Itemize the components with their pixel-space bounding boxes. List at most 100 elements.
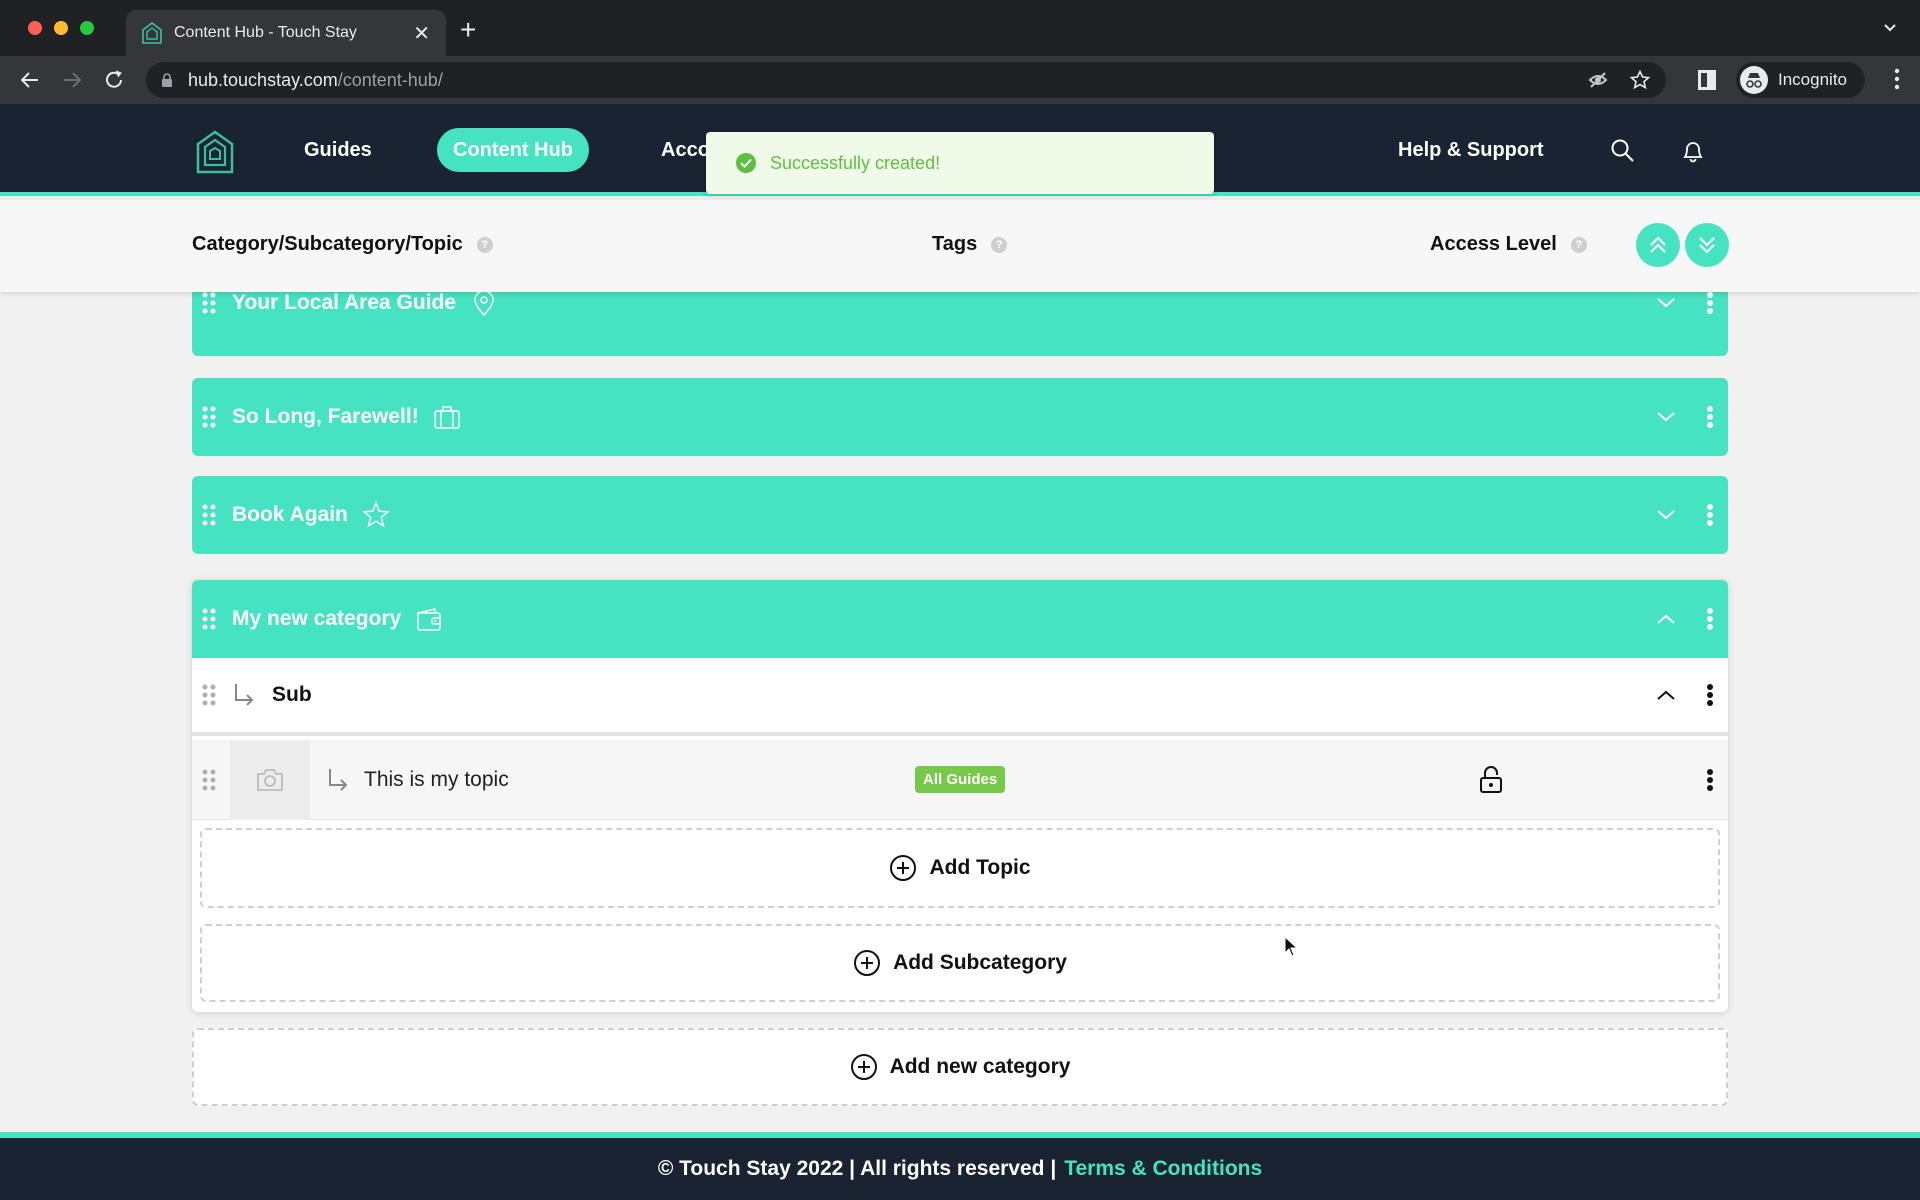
url-host: hub.touchstay.com [188,69,338,90]
category-row[interactable]: My new category [192,580,1728,658]
more-options-icon[interactable] [1706,768,1714,792]
more-options-icon[interactable] [1706,683,1714,707]
subcategory-title: Sub [272,683,312,706]
nav-guides[interactable]: Guides [304,128,372,172]
tab-search-chevron-icon[interactable] [1882,20,1898,36]
category-title: So Long, Farewell! [232,405,419,428]
bell-icon[interactable] [1680,138,1706,164]
lock-icon [162,73,172,87]
column-tags-header: Tags ? [932,233,1008,256]
plus-circle-icon [854,950,881,976]
camera-icon [257,768,283,791]
footer-copyright: © Touch Stay 2022 | All rights reserved … [657,1157,1057,1180]
drag-handle-icon[interactable] [202,406,216,428]
chevron-up-icon[interactable] [1654,683,1678,707]
url-path: /content-hub/ [337,69,443,90]
profile-label: Incognito [1778,70,1847,89]
expand-all-button[interactable] [1685,223,1729,267]
more-options-icon[interactable] [1706,607,1714,631]
window-close-button[interactable] [28,21,42,35]
category-title: Your Local Area Guide [232,291,457,314]
drag-handle-icon[interactable] [202,684,216,706]
browser-toolbar: hub.touchstay.com/content-hub/ Incognito [0,56,1920,104]
window-minimize-button[interactable] [54,21,68,35]
search-icon[interactable] [1610,138,1636,164]
nav-help-support[interactable]: Help & Support [1398,128,1544,172]
help-icon[interactable]: ? [1570,236,1587,253]
add-subcategory-button[interactable]: Add Subcategory [200,924,1720,1002]
check-circle-icon [736,153,756,173]
topic-row[interactable]: This is my topic All Guides [192,739,1728,820]
drag-handle-icon[interactable] [202,292,216,314]
help-icon[interactable]: ? [476,236,493,253]
map-pin-icon [474,290,494,317]
category-row[interactable]: So Long, Farewell! [192,378,1728,456]
chrome-menu-icon[interactable] [1894,68,1900,90]
column-category-header: Category/Subcategory/Topic ? [192,233,493,256]
drag-handle-icon[interactable] [202,504,216,526]
topic-title: This is my topic [364,767,509,791]
chevron-down-icon[interactable] [1654,405,1678,429]
topic-image-placeholder[interactable] [230,739,310,820]
plus-circle-icon [890,855,917,881]
tag-badge[interactable]: All Guides [915,766,1006,793]
address-bar[interactable]: hub.touchstay.com/content-hub/ [146,62,1666,98]
category-title: My new category [232,607,402,630]
double-chevron-up-icon [1650,236,1666,253]
nav-content-hub[interactable]: Content Hub [437,128,589,172]
subitem-arrow-icon [235,684,254,706]
back-arrow-icon[interactable] [18,68,42,92]
success-toast: Successfully created! [706,132,1214,194]
add-topic-label: Add Topic [929,856,1031,879]
more-options-icon[interactable] [1706,503,1714,527]
incognito-profile-button[interactable]: Incognito [1736,62,1865,98]
column-header-bar: Category/Subcategory/Topic ? Tags ? Acce… [0,200,1920,292]
chevron-up-icon[interactable] [1654,607,1678,631]
suitcase-icon [433,406,460,429]
column-access-label: Access Level [1430,233,1557,255]
reload-icon[interactable] [102,68,126,92]
forward-arrow-icon[interactable] [60,68,84,92]
window-maximize-button[interactable] [80,21,94,35]
more-options-icon[interactable] [1706,405,1714,429]
new-tab-button[interactable]: + [460,14,476,46]
side-panel-icon[interactable] [1698,70,1716,90]
plus-circle-icon [850,1054,877,1080]
tab-title: Content Hub - Touch Stay [174,24,357,41]
more-options-icon[interactable] [1706,291,1714,315]
unlock-icon[interactable] [1478,766,1504,794]
add-category-button[interactable]: Add new category [192,1028,1728,1106]
expanded-category: My new category Sub This is my topic All… [192,580,1728,1012]
chevron-down-icon[interactable] [1654,291,1678,315]
browser-tab-bar: Content Hub - Touch Stay ✕ + [0,0,1920,56]
add-topic-button[interactable]: Add Topic [200,828,1720,908]
drag-handle-icon[interactable] [202,608,216,630]
drag-handle-icon[interactable] [202,769,216,791]
add-category-label: Add new category [889,1055,1071,1078]
category-title: Book Again [232,503,348,526]
tab-close-icon[interactable]: ✕ [413,21,430,46]
terms-link[interactable]: Terms & Conditions [1064,1157,1262,1181]
touchstay-favicon-icon [142,22,162,44]
touchstay-logo-icon[interactable] [196,130,234,174]
add-subcategory-label: Add Subcategory [893,951,1067,974]
chevron-down-icon[interactable] [1654,503,1678,527]
bookmark-star-icon[interactable] [1630,70,1650,90]
browser-tab[interactable]: Content Hub - Touch Stay ✕ [126,10,446,56]
mouse-cursor-icon [1284,936,1298,957]
incognito-icon [1740,66,1768,94]
collapse-all-button[interactable] [1636,223,1680,267]
column-tags-label: Tags [932,233,978,255]
star-icon [361,501,390,528]
double-chevron-down-icon [1699,237,1715,254]
column-access-header: Access Level ? [1430,233,1587,256]
toast-message: Successfully created! [770,152,941,173]
help-icon[interactable]: ? [991,236,1008,253]
category-row[interactable]: Book Again [192,476,1728,554]
subcategory-row[interactable]: Sub [192,658,1728,736]
footer: © Touch Stay 2022 | All rights reserved … [0,1132,1920,1200]
wallet-icon [417,608,441,631]
column-category-label: Category/Subcategory/Topic [192,233,463,255]
eye-off-icon[interactable] [1588,70,1608,90]
subitem-arrow-icon [329,768,348,791]
